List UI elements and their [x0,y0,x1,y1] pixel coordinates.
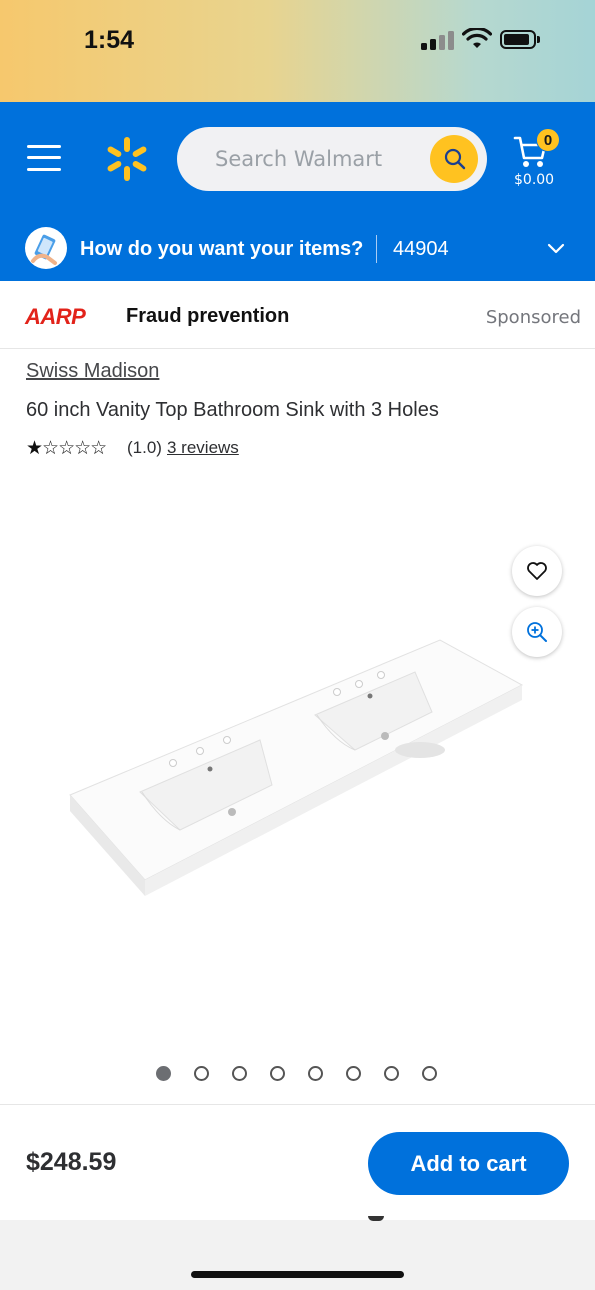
search-bar[interactable] [177,127,487,191]
star-rating: ★☆☆☆☆ [26,438,107,459]
carousel-dot[interactable] [422,1066,437,1081]
sponsored-ad[interactable]: AARP Fraud prevention Sponsored [0,281,595,349]
delivery-phone-icon [25,227,67,269]
search-input[interactable] [215,127,425,191]
carousel-dot[interactable] [270,1066,285,1081]
ad-title: Fraud prevention [126,305,290,327]
delivery-separator [376,235,377,263]
brand-link[interactable]: Swiss Madison [26,360,159,383]
content-peek [368,1216,384,1221]
delivery-prompt: How do you want your items? [80,238,364,260]
product-title: 60 inch Vanity Top Bathroom Sink with 3 … [26,399,439,421]
zoom-button[interactable] [512,607,562,657]
sponsored-label: Sponsored [485,307,581,328]
search-button[interactable] [430,135,478,183]
status-time: 1:54 [84,26,135,54]
carousel-dot[interactable] [346,1066,361,1081]
aarp-logo: AARP [25,304,86,329]
product-price: $248.59 [26,1148,117,1176]
carousel-dot[interactable] [194,1066,209,1081]
bottom-strip [0,1220,595,1290]
heart-icon [527,562,547,580]
home-indicator[interactable] [191,1271,404,1278]
cart-total: $0.00 [514,172,555,188]
product-image[interactable] [60,630,530,910]
reviews-link[interactable]: 3 reviews [167,438,239,458]
cart-button[interactable]: 0 $0.00 [510,128,560,190]
battery-icon [500,30,540,49]
cellular-signal-icon [421,30,455,50]
rating-value: (1.0) [127,438,162,457]
cart-count-badge: 0 [536,128,560,152]
add-to-cart-button[interactable]: Add to cart [368,1132,569,1195]
carousel-dot[interactable] [232,1066,247,1081]
delivery-zip: 44904 [393,238,449,260]
search-icon [444,148,466,170]
wifi-icon [462,28,492,48]
image-carousel-dots [156,1066,446,1082]
carousel-dot[interactable] [384,1066,399,1081]
delivery-selector[interactable]: How do you want your items? 44904 [0,219,595,281]
zoom-in-icon [527,622,547,642]
walmart-spark-icon[interactable] [104,136,150,182]
status-bar: 1:54 [0,0,595,102]
carousel-dot[interactable] [308,1066,323,1081]
purchase-bar: $248.59 Add to cart [0,1104,595,1220]
menu-icon[interactable] [27,143,61,173]
favorite-button[interactable] [512,546,562,596]
carousel-dot[interactable] [156,1066,171,1081]
chevron-down-icon [547,243,565,254]
